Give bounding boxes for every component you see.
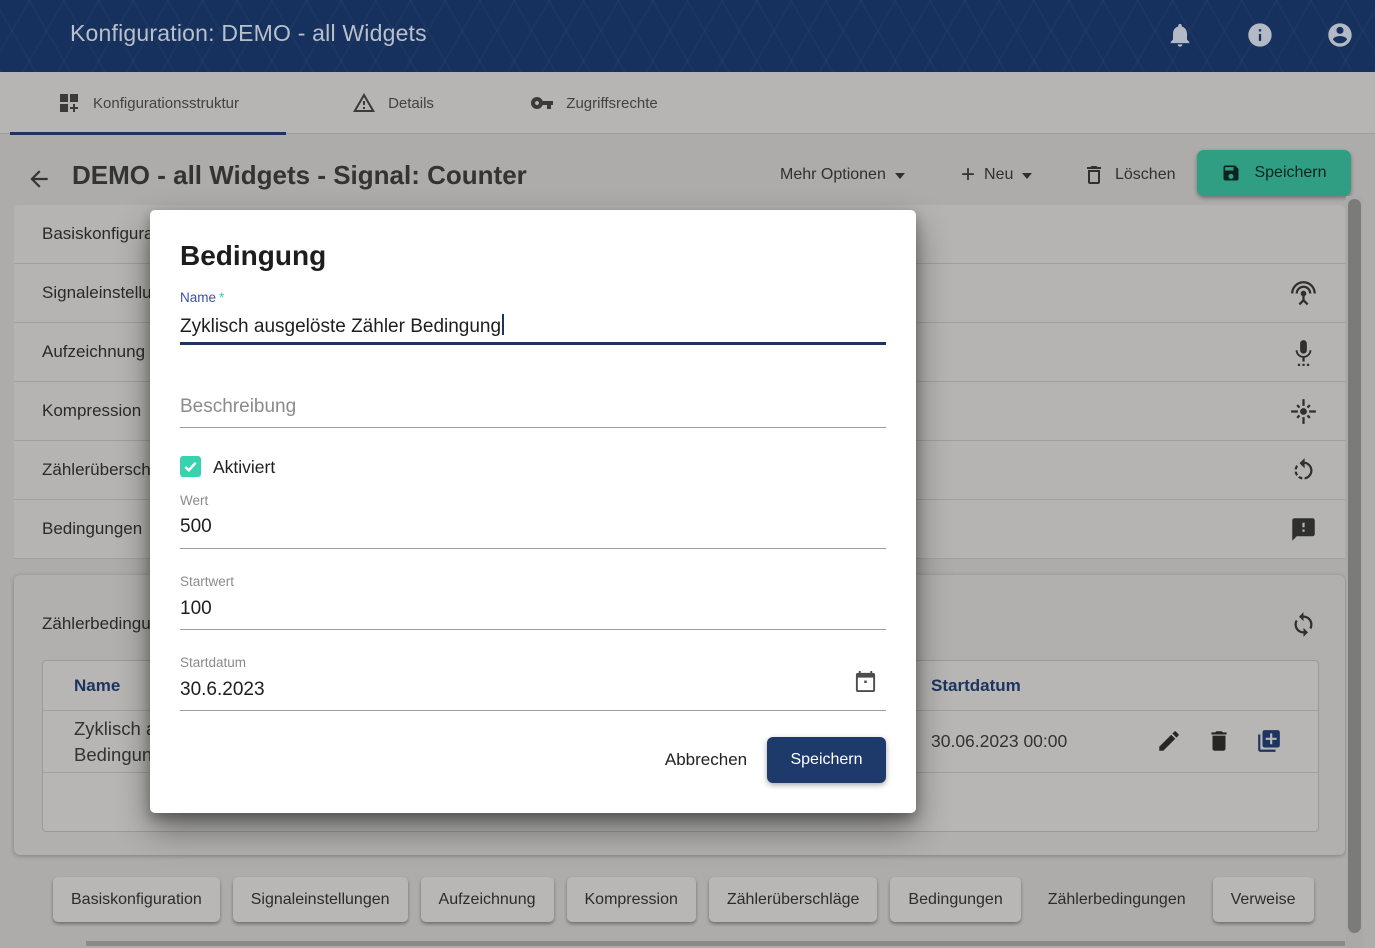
wert-input-underline bbox=[180, 548, 886, 549]
vertical-scrollbar-thumb[interactable] bbox=[1348, 199, 1361, 933]
calendar-icon[interactable] bbox=[854, 670, 877, 693]
aktiviert-label: Aktiviert bbox=[213, 457, 275, 478]
chip-basiskonfiguration[interactable]: Basiskonfiguration bbox=[53, 877, 220, 922]
row-startdatum: 30.06.2023 00:00 bbox=[931, 731, 1067, 751]
new-button[interactable]: + Neu bbox=[961, 160, 1032, 190]
beschreibung-input-underline bbox=[180, 427, 886, 428]
chip-signaleinstellungen[interactable]: Signaleinstellungen bbox=[233, 877, 408, 922]
check-icon bbox=[183, 459, 198, 474]
dialog-save-button[interactable]: Speichern bbox=[767, 737, 886, 783]
column-header-startdatum: Startdatum bbox=[931, 676, 1021, 695]
delete-button[interactable]: Löschen bbox=[1082, 160, 1176, 190]
required-marker: * bbox=[219, 290, 224, 305]
warning-icon bbox=[352, 91, 376, 115]
section-chip-bar: Basiskonfiguration Signaleinstellungen A… bbox=[53, 877, 1314, 922]
trash-icon bbox=[1082, 163, 1106, 187]
name-field-label: Name* bbox=[180, 290, 224, 305]
appbar-title: Konfiguration: DEMO - all Widgets bbox=[70, 20, 427, 47]
startwert-field-label: Startwert bbox=[180, 574, 234, 589]
dashboard-customize-icon bbox=[57, 91, 81, 115]
chip-aufzeichnung[interactable]: Aufzeichnung bbox=[421, 877, 554, 922]
dialog-title: Bedingung bbox=[180, 240, 326, 272]
info-icon[interactable] bbox=[1246, 21, 1274, 49]
tab-label: Konfigurationsstruktur bbox=[93, 95, 239, 112]
aktiviert-checkbox[interactable] bbox=[180, 456, 201, 477]
tab-zugriffsrechte[interactable]: Zugriffsrechte bbox=[508, 72, 680, 134]
tabbar: Konfigurationsstruktur Details Zugriffsr… bbox=[0, 72, 1375, 134]
bedingung-dialog: Bedingung Name* Zyklisch ausgelöste Zähl… bbox=[150, 210, 916, 813]
sync-icon[interactable] bbox=[1290, 611, 1317, 638]
startdatum-field-label: Startdatum bbox=[180, 655, 246, 670]
name-input[interactable]: Zyklisch ausgelöste Zähler Bedingung bbox=[180, 314, 504, 338]
chip-verweise[interactable]: Verweise bbox=[1213, 877, 1314, 922]
tab-label: Details bbox=[388, 95, 434, 112]
column-header-name: Name bbox=[74, 676, 120, 695]
wert-input[interactable]: 500 bbox=[180, 516, 212, 538]
floppy-icon bbox=[1221, 163, 1241, 183]
key-icon bbox=[530, 91, 554, 115]
tab-details[interactable]: Details bbox=[338, 72, 448, 134]
page-title: DEMO - all Widgets - Signal: Counter bbox=[72, 160, 527, 191]
chip-bedingungen[interactable]: Bedingungen bbox=[890, 877, 1020, 922]
flare-icon bbox=[1290, 398, 1317, 425]
cancel-button[interactable]: Abbrechen bbox=[661, 750, 751, 770]
startwert-input[interactable]: 100 bbox=[180, 598, 212, 620]
wert-field-label: Wert bbox=[180, 493, 208, 508]
app-root: Konfiguration: DEMO - all Widgets Konfig… bbox=[0, 0, 1375, 948]
plus-icon: + bbox=[961, 164, 975, 186]
chevron-down-icon bbox=[895, 173, 905, 179]
chip-kompression[interactable]: Kompression bbox=[567, 877, 696, 922]
rotate-left-icon bbox=[1290, 457, 1317, 484]
chip-zahleruberschlage[interactable]: Zählerüberschläge bbox=[709, 877, 878, 922]
chip-zahlerbedingungen[interactable]: Zählerbedingungen bbox=[1034, 877, 1200, 922]
horizontal-scrollbar[interactable] bbox=[86, 941, 1345, 946]
antenna-icon bbox=[1290, 280, 1317, 307]
duplicate-icon[interactable] bbox=[1256, 728, 1282, 754]
mic-icon bbox=[1290, 339, 1317, 366]
startdatum-input[interactable]: 30.6.2023 bbox=[180, 679, 265, 701]
account-icon[interactable] bbox=[1326, 21, 1354, 49]
beschreibung-input[interactable]: Beschreibung bbox=[180, 396, 296, 418]
text-cursor bbox=[502, 314, 504, 335]
row-actions bbox=[1156, 728, 1282, 754]
tab-label: Zugriffsrechte bbox=[566, 95, 657, 112]
name-input-underline bbox=[180, 342, 886, 345]
startdatum-input-underline bbox=[180, 710, 886, 711]
save-button[interactable]: Speichern bbox=[1197, 150, 1351, 196]
edit-icon[interactable] bbox=[1156, 728, 1182, 754]
arrow-back-icon[interactable] bbox=[26, 166, 52, 192]
appbar: Konfiguration: DEMO - all Widgets bbox=[0, 0, 1375, 72]
feedback-icon bbox=[1290, 516, 1317, 543]
more-options-button[interactable]: Mehr Optionen bbox=[780, 160, 905, 190]
startwert-input-underline bbox=[180, 629, 886, 630]
chevron-down-icon bbox=[1022, 173, 1032, 179]
tab-konfigurationsstruktur[interactable]: Konfigurationsstruktur bbox=[10, 72, 286, 134]
delete-icon[interactable] bbox=[1206, 728, 1232, 754]
notifications-icon[interactable] bbox=[1166, 21, 1194, 49]
